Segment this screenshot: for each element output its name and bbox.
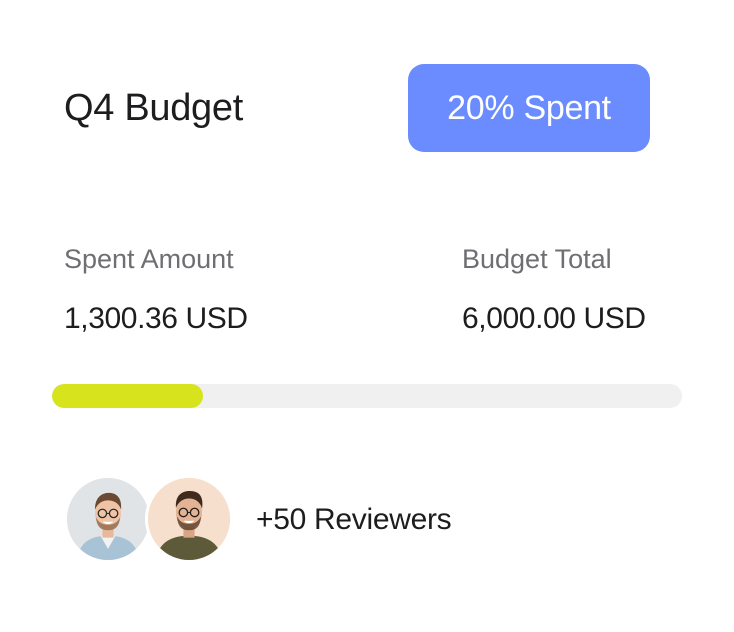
budget-total-label: Budget Total bbox=[462, 244, 612, 274]
budget-progress-bar bbox=[52, 384, 682, 408]
reviewers-count-label[interactable]: +50 Reviewers bbox=[256, 502, 452, 538]
card-title: Q4 Budget bbox=[64, 87, 243, 129]
budget-card: Q4 Budget 20% Spent Spent Amount Budget … bbox=[0, 0, 734, 632]
reviewer-avatar-2[interactable] bbox=[145, 475, 233, 563]
reviewer-avatar-1[interactable] bbox=[64, 475, 152, 563]
person-avatar-icon bbox=[67, 478, 149, 560]
budget-progress-fill bbox=[52, 384, 204, 408]
person-avatar-icon bbox=[148, 478, 230, 560]
spent-amount-label: Spent Amount bbox=[64, 244, 234, 274]
budget-total-value: 6,000.00 USD bbox=[462, 302, 646, 335]
spent-amount-value: 1,300.36 USD bbox=[64, 302, 248, 335]
spent-percent-badge[interactable]: 20% Spent bbox=[408, 64, 650, 152]
